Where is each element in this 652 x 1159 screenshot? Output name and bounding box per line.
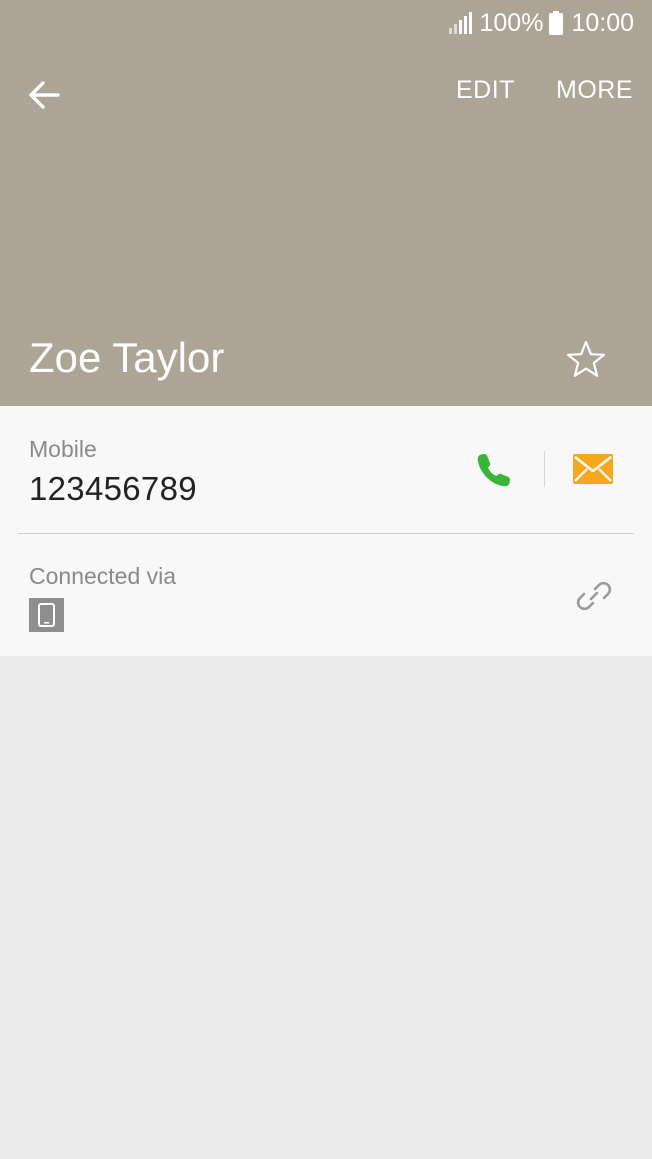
edit-button[interactable]: EDIT [456,76,515,105]
star-outline-icon[interactable] [564,338,608,382]
clock: 10:00 [571,8,634,37]
action-divider [544,451,545,487]
more-button[interactable]: MORE [556,76,633,105]
tablet-device-icon [29,598,64,632]
section-divider [18,533,634,534]
phone-icon[interactable] [474,450,514,490]
battery-icon [549,11,564,35]
signal-icon [449,12,473,34]
contact-name: Zoe Taylor [29,334,225,381]
contact-details-card: Mobile 123456789 Connected via [0,406,652,656]
envelope-icon[interactable] [572,453,614,485]
back-button[interactable] [22,74,66,116]
connected-via-label: Connected via [29,563,177,589]
phone-number[interactable]: 123456789 [29,470,197,508]
phone-type-label: Mobile [29,436,97,462]
contact-header: 100% 10:00 EDIT MORE Zoe Taylor [0,0,652,406]
link-icon[interactable] [574,576,614,616]
status-bar: 100% 10:00 [449,0,652,46]
back-arrow-icon [29,81,60,109]
battery-percentage: 100% [479,8,544,37]
